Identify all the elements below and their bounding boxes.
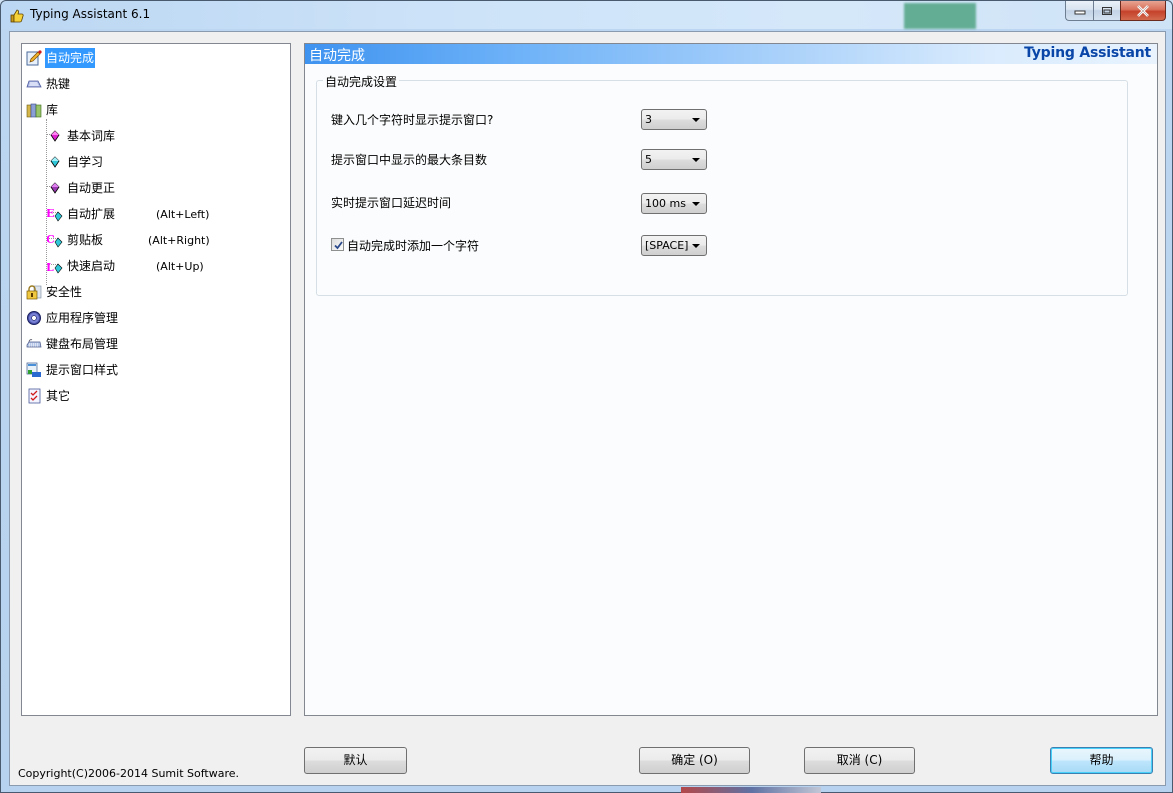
tree-item-label: 安全性: [46, 285, 83, 299]
letter-l-gem-icon: L: [46, 258, 63, 274]
tree-item-hotkeys[interactable]: 热键: [26, 73, 71, 95]
tree-item-autoexpand[interactable]: E 自动扩展 (Alt+Left): [46, 203, 209, 225]
autocomplete-settings-group: 自动完成设置 键入几个字符时显示提示窗口? 3 提示窗口中显示的最大条目数 5 …: [316, 73, 1128, 296]
chevron-down-icon: [692, 244, 700, 248]
svg-text:C: C: [47, 233, 55, 246]
tree-item-basic-dictionary[interactable]: 基本词库: [47, 125, 116, 147]
tree-item-label: 快速启动: [67, 259, 116, 273]
help-button[interactable]: 帮助: [1050, 747, 1153, 774]
tree-item-other[interactable]: 其它: [26, 385, 71, 407]
close-icon: [1137, 4, 1149, 17]
trigger-chars-label: 键入几个字符时显示提示窗口?: [331, 113, 494, 127]
tree-item-label: 自学习: [67, 155, 104, 169]
letter-e-gem-icon: E: [46, 206, 63, 222]
tree-item-label: 基本词库: [67, 129, 116, 143]
maximize-button[interactable]: [1093, 1, 1120, 21]
tree-item-autocomplete[interactable]: 自动完成: [26, 47, 96, 69]
checklist-icon: [26, 388, 42, 404]
dropdown-value: 3: [645, 113, 652, 126]
tree-item-label: 热键: [46, 77, 71, 91]
append-char-checkbox[interactable]: [331, 238, 344, 251]
dropdown-value: 100 ms: [645, 197, 686, 210]
chevron-down-icon: [692, 202, 700, 206]
tree-item-app-management[interactable]: 应用程序管理: [26, 307, 119, 329]
tree-item-label: 应用程序管理: [46, 311, 119, 325]
trigger-chars-dropdown[interactable]: 3: [641, 109, 707, 130]
books-icon: [26, 102, 42, 118]
max-items-dropdown[interactable]: 5: [641, 149, 707, 170]
title-bar[interactable]: Typing Assistant 6.1: [1, 1, 1172, 29]
minimize-icon: [1074, 10, 1085, 14]
default-button[interactable]: 默认: [304, 747, 407, 774]
settings-panel: 自动完成 Typing Assistant 自动完成设置 键入几个字符时显示提示…: [304, 43, 1158, 716]
keyboard-key-icon: [26, 76, 42, 92]
gear-icon: [26, 310, 42, 326]
minimize-button[interactable]: [1065, 1, 1093, 21]
dropdown-value: [SPACE]: [645, 239, 689, 252]
chevron-down-icon: [692, 118, 700, 122]
checkmark-icon: [334, 241, 343, 250]
settings-tree[interactable]: 自动完成 热键 库 基本词库 自学习 自动更正 E 自动扩展 (Alt+Left…: [21, 43, 291, 716]
tree-item-label: 键盘布局管理: [46, 337, 119, 351]
tree-item-popup-style[interactable]: 提示窗口样式: [26, 359, 119, 381]
svg-text:L: L: [47, 261, 54, 274]
svg-text:E: E: [47, 207, 54, 220]
panel-title: 自动完成: [309, 48, 365, 64]
ok-button[interactable]: 确定 (O): [639, 747, 750, 774]
caption-buttons: [1065, 1, 1166, 21]
append-char-label[interactable]: 自动完成时添加一个字符: [347, 237, 479, 254]
magenta-gem-icon: [47, 128, 63, 144]
tree-item-label: 自动扩展: [67, 207, 116, 221]
background-artifact: [904, 3, 976, 29]
close-button[interactable]: [1120, 1, 1166, 21]
pencil-note-icon: [26, 50, 42, 66]
window-title: Typing Assistant 6.1: [30, 7, 151, 21]
letter-c-gem-icon: C: [46, 232, 63, 248]
hotkey-label: (Alt+Left): [156, 207, 210, 221]
max-items-label: 提示窗口中显示的最大条目数: [331, 153, 488, 167]
dialog-client-area: 自动完成 热键 库 基本词库 自学习 自动更正 E 自动扩展 (Alt+Left…: [9, 31, 1166, 786]
tree-item-clipboard[interactable]: C 剪贴板 (Alt+Right): [46, 229, 210, 251]
tree-item-label: 自动完成: [45, 48, 96, 68]
hotkey-label: (Alt+Up): [156, 259, 204, 273]
hotkey-label: (Alt+Right): [148, 233, 210, 247]
keyboard-icon: [26, 336, 42, 352]
tree-item-quick-launch[interactable]: L 快速启动 (Alt+Up): [46, 255, 204, 277]
popup-delay-dropdown[interactable]: 100 ms: [641, 193, 707, 214]
background-artifact: [681, 787, 821, 793]
group-title: 自动完成设置: [323, 73, 400, 90]
copyright-text: Copyright(C)2006-2014 Sumit Software.: [18, 767, 239, 780]
tree-item-label: 其它: [46, 389, 71, 403]
chevron-down-icon: [692, 158, 700, 162]
popup-delay-label: 实时提示窗口延迟时间: [331, 196, 452, 210]
lock-icon: [26, 284, 42, 300]
thumbs-up-app-icon: [9, 8, 25, 24]
dropdown-value: 5: [645, 153, 652, 166]
purple-gem-icon: [47, 180, 63, 196]
window-style-icon: [26, 362, 42, 378]
panel-header: 自动完成 Typing Assistant: [305, 44, 1157, 64]
tree-item-label: 提示窗口样式: [46, 363, 119, 377]
brand-label: Typing Assistant: [1024, 45, 1151, 61]
tree-item-label: 库: [46, 103, 59, 117]
cancel-button[interactable]: 取消 (C): [804, 747, 915, 774]
tree-item-label: 自动更正: [67, 181, 116, 195]
tree-item-autocorrect[interactable]: 自动更正: [47, 177, 116, 199]
cyan-gem-icon: [47, 154, 63, 170]
tree-item-self-learning[interactable]: 自学习: [47, 151, 104, 173]
tree-item-library[interactable]: 库: [26, 99, 59, 121]
tree-item-label: 剪贴板: [67, 233, 104, 247]
maximize-icon: [1102, 6, 1112, 15]
tree-item-security[interactable]: 安全性: [26, 281, 83, 303]
append-char-dropdown[interactable]: [SPACE]: [641, 235, 707, 256]
tree-item-keyboard-layout[interactable]: 键盘布局管理: [26, 333, 119, 355]
app-window: Typing Assistant 6.1 自动完成 热键 库 基本词库 自学习 …: [0, 0, 1173, 793]
